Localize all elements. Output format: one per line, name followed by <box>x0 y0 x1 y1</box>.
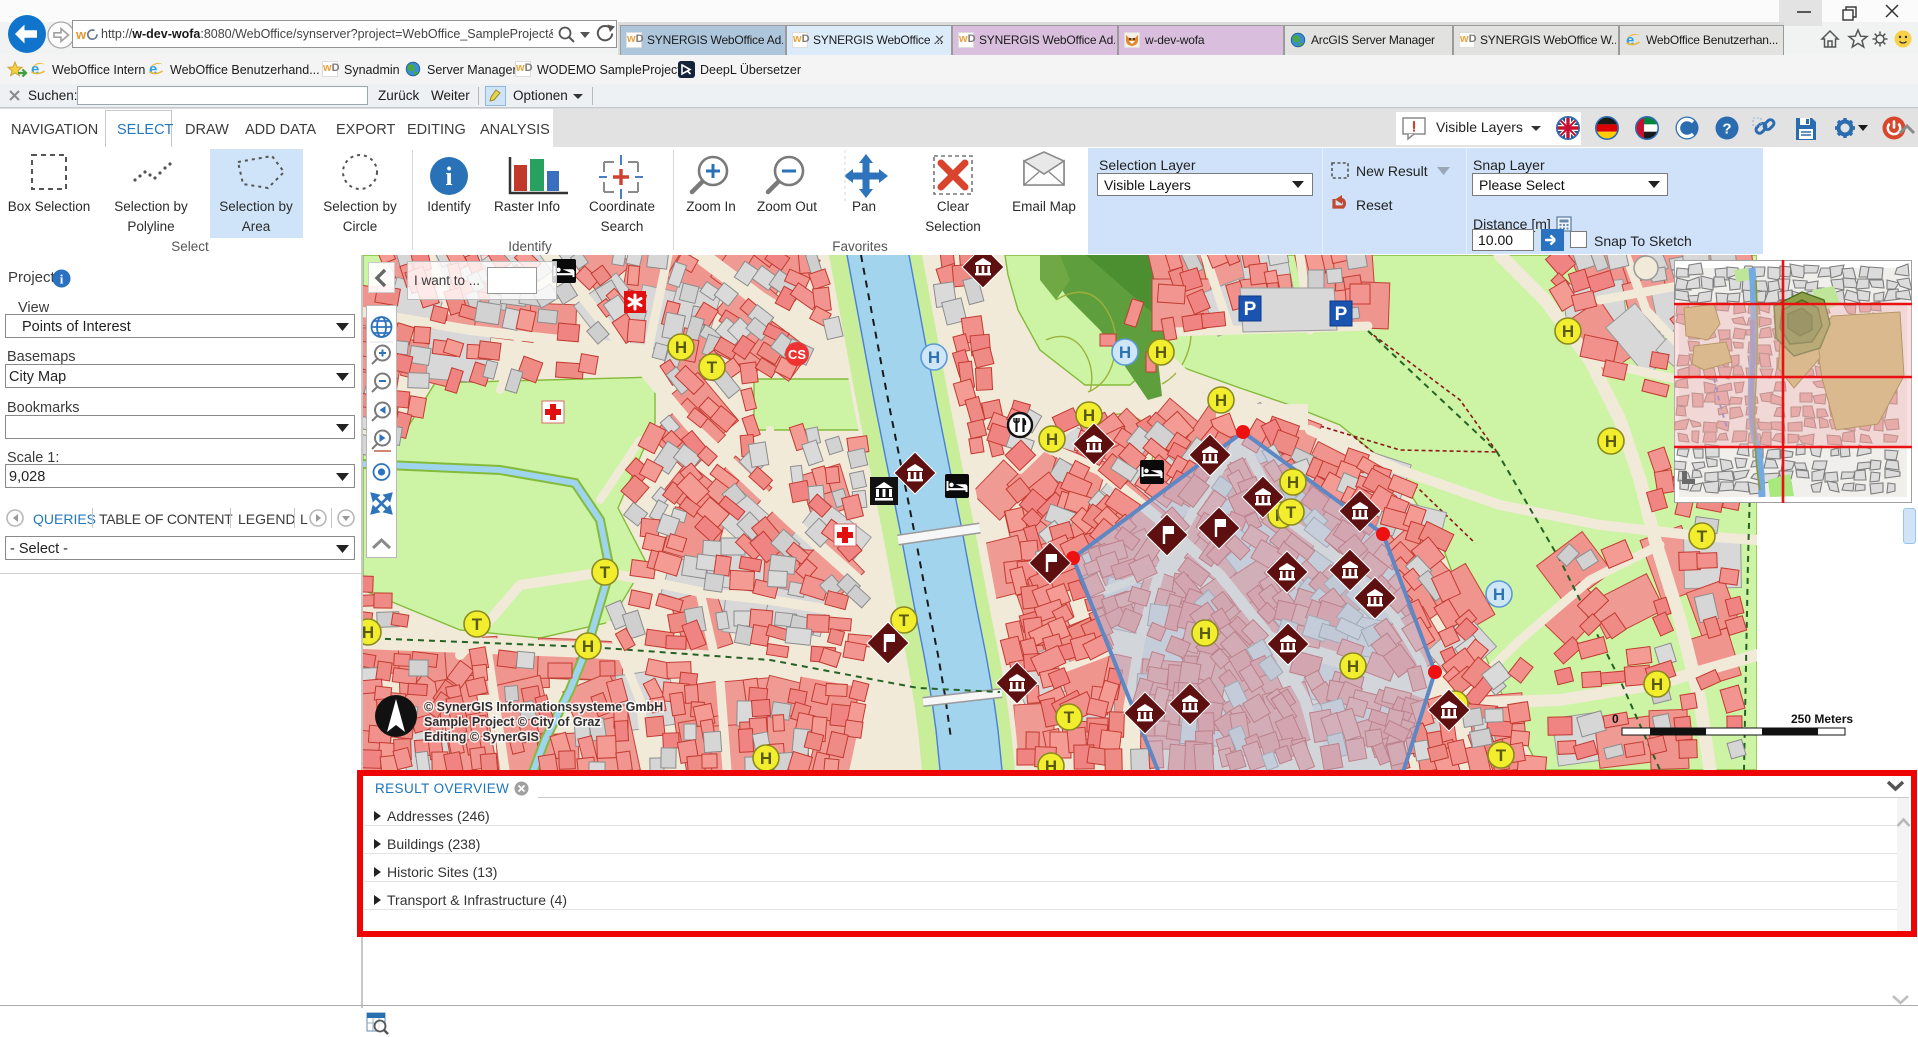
svg-text:T: T <box>1064 708 1075 727</box>
svg-text:Editing © SynerGIS: Editing © SynerGIS <box>424 730 539 744</box>
svg-text:H: H <box>1347 657 1359 676</box>
svg-text:250 Meters: 250 Meters <box>1791 712 1853 726</box>
svg-text:H: H <box>1651 675 1663 694</box>
svg-text:i: i <box>60 272 64 287</box>
svg-text:T: T <box>1286 503 1297 522</box>
svg-text:CS: CS <box>788 347 806 362</box>
svg-text:P: P <box>1244 299 1257 320</box>
svg-text:0: 0 <box>1612 712 1619 726</box>
svg-text:T: T <box>707 358 718 377</box>
svg-text:H: H <box>1493 585 1505 604</box>
svg-text:H: H <box>1045 757 1057 770</box>
svg-text:H: H <box>1199 624 1211 643</box>
svg-text:H: H <box>363 623 374 642</box>
svg-text:H: H <box>1605 432 1617 451</box>
svg-text:T: T <box>1697 527 1708 546</box>
svg-text:i: i <box>445 162 452 191</box>
svg-text:T: T <box>600 563 611 582</box>
svg-text:Sample Project © City of Graz: Sample Project © City of Graz <box>424 715 601 729</box>
svg-text:H: H <box>928 348 940 367</box>
svg-text:T: T <box>472 615 483 634</box>
svg-text:P: P <box>1335 304 1348 325</box>
svg-text:H: H <box>1083 406 1095 425</box>
svg-text:© SynerGIS Informationssysteme: © SynerGIS Informationssysteme GmbH <box>424 700 663 714</box>
svg-text:H: H <box>1215 391 1227 410</box>
svg-text:H: H <box>1155 343 1167 362</box>
svg-text:H: H <box>1562 322 1574 341</box>
svg-text:H: H <box>1046 430 1058 449</box>
svg-text:w: w <box>76 27 87 42</box>
svg-text:?: ? <box>1722 121 1731 138</box>
svg-text:H: H <box>675 338 687 357</box>
svg-text:H: H <box>582 637 594 656</box>
svg-text:H: H <box>1287 473 1299 492</box>
svg-text:H: H <box>1119 343 1131 362</box>
svg-text:T: T <box>899 611 910 630</box>
svg-text:T: T <box>1496 746 1507 765</box>
svg-text:H: H <box>760 749 772 768</box>
